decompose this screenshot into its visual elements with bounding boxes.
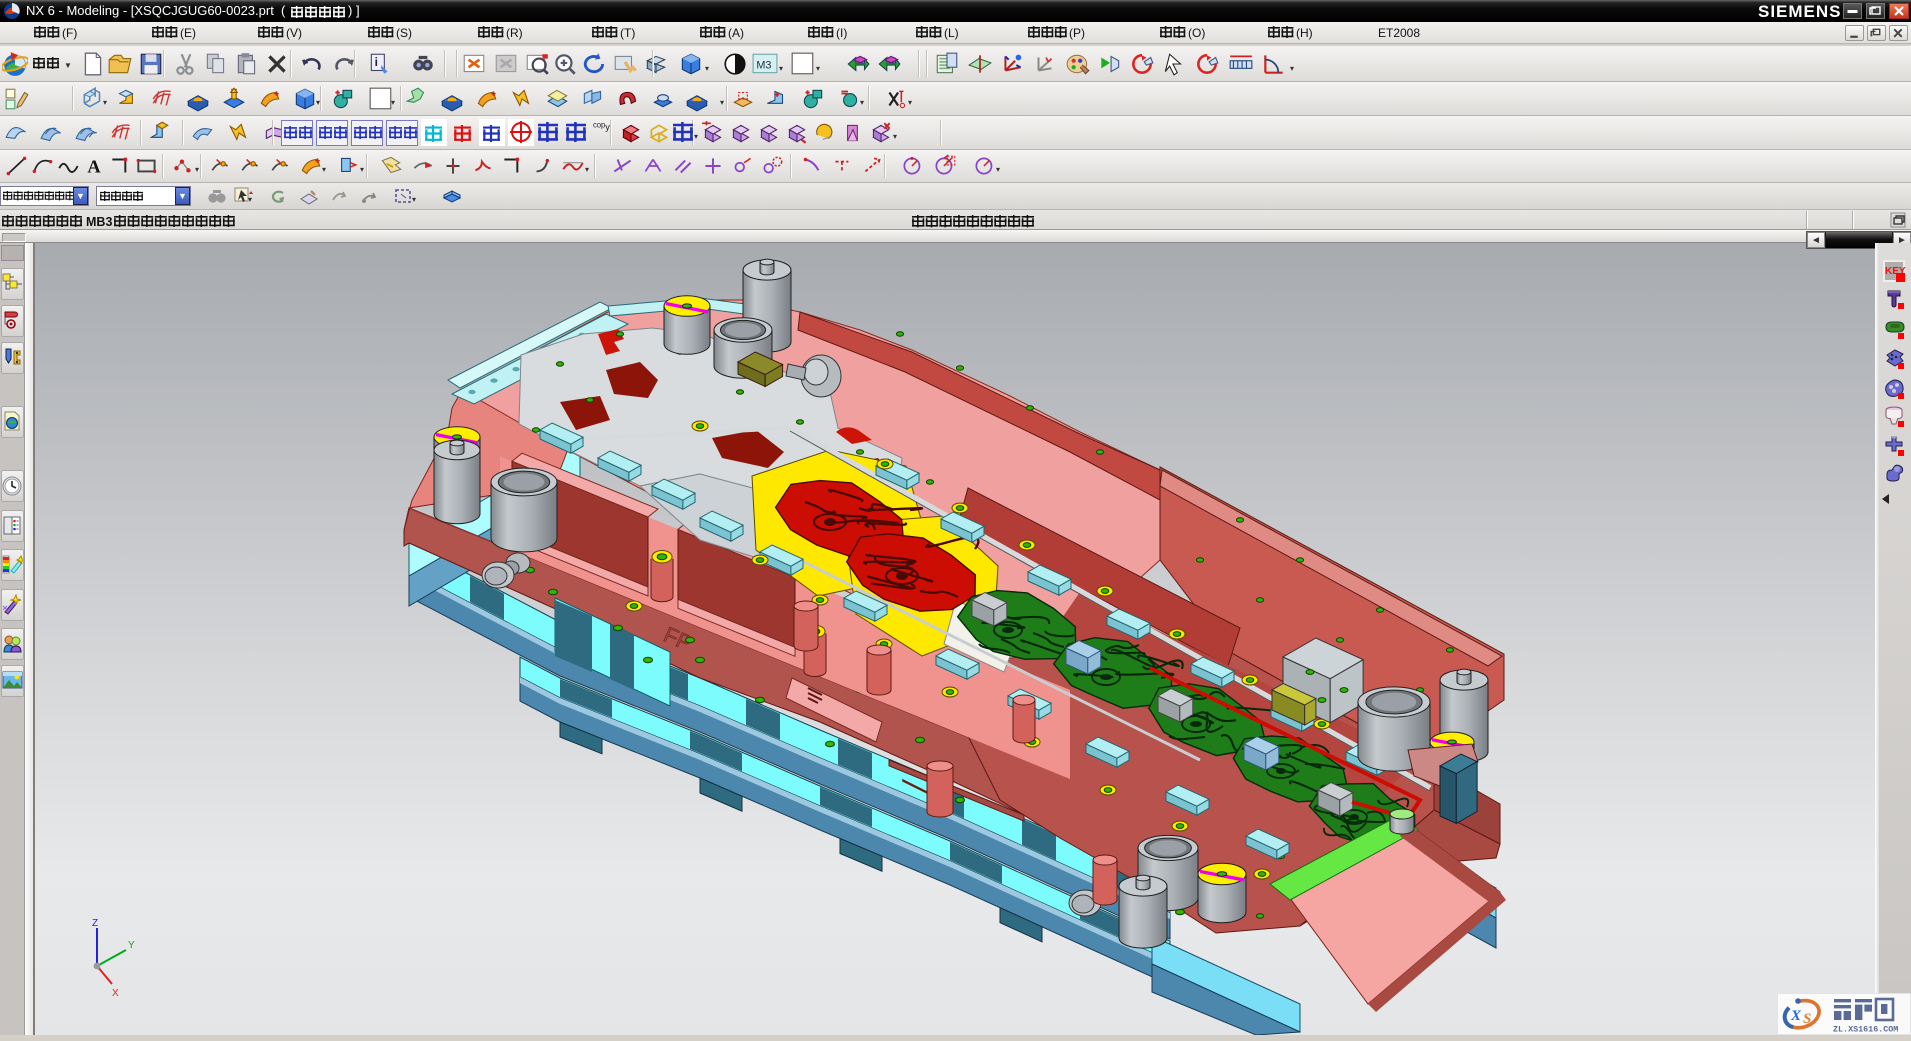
svg-text:Z: Z xyxy=(92,918,98,929)
svg-text:i: i xyxy=(375,55,378,69)
svg-text:ZL.XS1616.COM: ZL.XS1616.COM xyxy=(1833,1025,1898,1035)
svg-text:M3: M3 xyxy=(756,59,771,71)
svg-text:MB3: MB3 xyxy=(86,215,112,229)
svg-text:X: X xyxy=(1790,1008,1802,1024)
svg-text:Y: Y xyxy=(128,940,135,951)
svg-text:X: X xyxy=(112,988,119,999)
svg-text:A: A xyxy=(87,157,101,177)
svg-text:S: S xyxy=(1803,1011,1811,1027)
